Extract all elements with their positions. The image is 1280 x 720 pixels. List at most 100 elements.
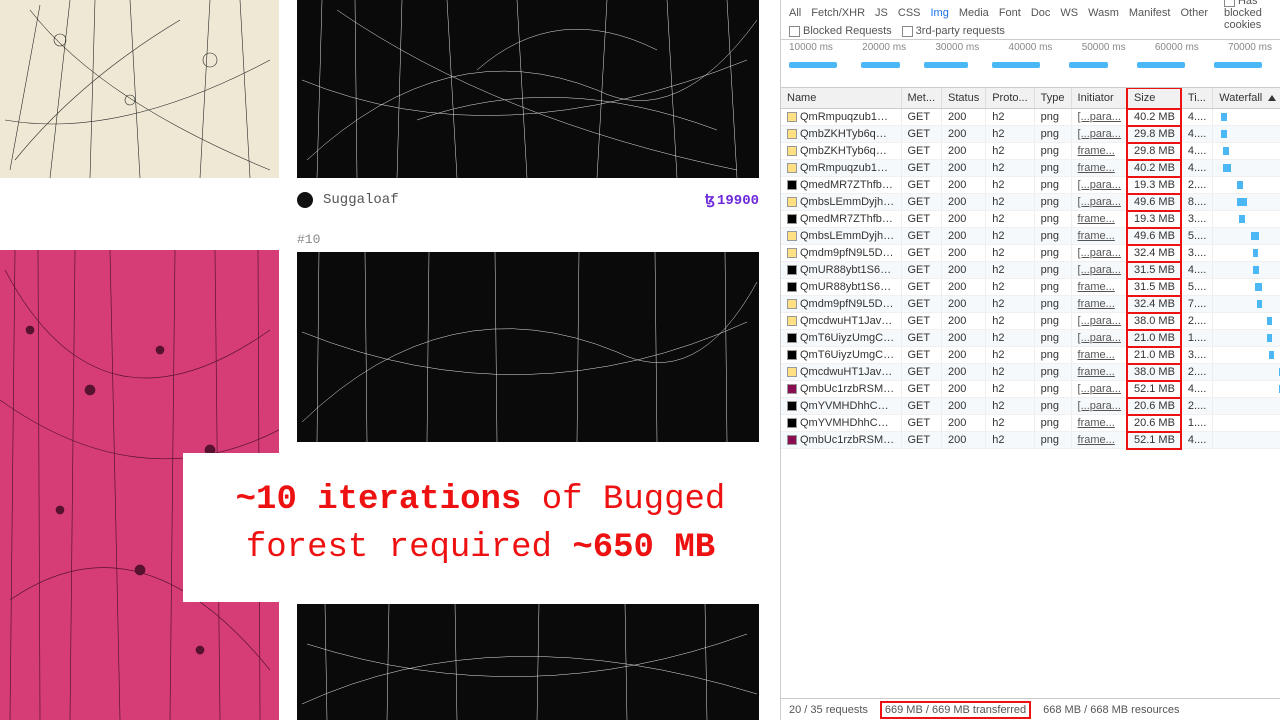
has-blocked-cookies-checkbox[interactable]: Has blocked cookies: [1224, 0, 1272, 31]
table-row[interactable]: QmT6UiyzUmgCQhg...GET200h2png[...para...…: [781, 330, 1280, 347]
initiator-link[interactable]: [...para...: [1078, 315, 1121, 327]
cell: 21.0 MB: [1127, 330, 1181, 347]
initiator-link[interactable]: frame...: [1078, 298, 1115, 310]
filter-tab-js[interactable]: JS: [875, 7, 888, 19]
filter-tab-doc[interactable]: Doc: [1031, 7, 1051, 19]
initiator-link[interactable]: [...para...: [1078, 179, 1121, 191]
table-row[interactable]: QmYVMHDhhC3s7RS...GET200h2png[...para...…: [781, 398, 1280, 415]
timeline-overview[interactable]: 10000 ms20000 ms30000 ms40000 ms50000 ms…: [781, 40, 1280, 88]
artwork-thumb-5[interactable]: [297, 604, 759, 720]
filter-tab-manifest[interactable]: Manifest: [1129, 7, 1171, 19]
initiator-link[interactable]: frame...: [1078, 162, 1115, 174]
artwork-thumb-2[interactable]: [297, 0, 759, 178]
cell: png: [1034, 432, 1071, 449]
cell: h2: [986, 330, 1034, 347]
table-row[interactable]: Qmdm9pfN9L5Dgnh...GET200h2pngframe...32.…: [781, 296, 1280, 313]
waterfall-bar: [1269, 351, 1274, 359]
initiator-link[interactable]: frame...: [1078, 434, 1115, 446]
table-row[interactable]: QmedMR7ZThfbgt5n...GET200h2pngframe...19…: [781, 211, 1280, 228]
cell: frame...: [1071, 279, 1127, 296]
artwork-thumb-4[interactable]: [297, 252, 759, 442]
initiator-link[interactable]: frame...: [1078, 417, 1115, 429]
avatar[interactable]: [297, 192, 313, 208]
waterfall-bar: [1239, 215, 1245, 223]
column-header-waterfall[interactable]: Waterfall: [1213, 88, 1280, 109]
cell: QmbUc1rzbRSMLm...: [781, 432, 901, 449]
column-header-proto[interactable]: Proto...: [986, 88, 1034, 109]
cell: 200: [942, 262, 986, 279]
cell: GET: [901, 228, 942, 245]
cell: [1213, 160, 1280, 177]
initiator-link[interactable]: frame...: [1078, 145, 1115, 157]
table-row[interactable]: QmedMR7ZThfbgt5n...GET200h2png[...para..…: [781, 177, 1280, 194]
blocked-requests-checkbox[interactable]: Blocked Requests: [789, 25, 892, 37]
initiator-link[interactable]: [...para...: [1078, 196, 1121, 208]
cell: 29.8 MB: [1127, 143, 1181, 160]
cell: 7....: [1181, 296, 1212, 313]
table-row[interactable]: QmRmpuqzub1Uwi9...GET200h2pngframe...40.…: [781, 160, 1280, 177]
table-row[interactable]: QmYVMHDhhC3s7RS...GET200h2pngframe...20.…: [781, 415, 1280, 432]
artwork-thumb-1[interactable]: [0, 0, 279, 178]
table-row[interactable]: QmRmpuqzub1Uwi9...GET200h2png[...para...…: [781, 109, 1280, 126]
filter-tab-font[interactable]: Font: [999, 7, 1021, 19]
initiator-link[interactable]: [...para...: [1078, 332, 1121, 344]
column-header-ti[interactable]: Ti...: [1181, 88, 1212, 109]
column-header-type[interactable]: Type: [1034, 88, 1071, 109]
initiator-link[interactable]: [...para...: [1078, 264, 1121, 276]
initiator-link[interactable]: [...para...: [1078, 128, 1121, 140]
cell: GET: [901, 177, 942, 194]
cell: QmcdwuHT1Jav96Pd...: [781, 313, 901, 330]
filter-options-row: Blocked Requests 3rd-party requests: [789, 22, 1272, 40]
initiator-link[interactable]: frame...: [1078, 366, 1115, 378]
table-row[interactable]: QmcdwuHT1Jav96Pd...GET200h2png[...para..…: [781, 313, 1280, 330]
cell: GET: [901, 432, 942, 449]
table-row[interactable]: QmbUc1rzbRSMLm...GET200h2png[...para...5…: [781, 381, 1280, 398]
initiator-link[interactable]: frame...: [1078, 230, 1115, 242]
table-row[interactable]: QmbZKHTyb6qwQsx...GET200h2png[...para...…: [781, 126, 1280, 143]
filter-tab-other[interactable]: Other: [1180, 7, 1208, 19]
table-row[interactable]: QmbsLEmmDyjhL1Rg...GET200h2png[...para..…: [781, 194, 1280, 211]
column-header-size[interactable]: Size: [1127, 88, 1181, 109]
timeline-ticks: 10000 ms20000 ms30000 ms40000 ms50000 ms…: [789, 42, 1272, 53]
filter-tab-ws[interactable]: WS: [1060, 7, 1078, 19]
column-header-status[interactable]: Status: [942, 88, 986, 109]
table-row[interactable]: QmbZKHTyb6qwQsx...GET200h2pngframe...29.…: [781, 143, 1280, 160]
filter-tab-media[interactable]: Media: [959, 7, 989, 19]
initiator-link[interactable]: frame...: [1078, 213, 1115, 225]
column-header-initiator[interactable]: Initiator: [1071, 88, 1127, 109]
filter-tab-img[interactable]: Img: [931, 7, 949, 19]
file-icon: [787, 435, 797, 445]
filter-tab-css[interactable]: CSS: [898, 7, 921, 19]
table-row[interactable]: QmbsLEmmDyjhL1Rg...GET200h2pngframe...49…: [781, 228, 1280, 245]
cell: frame...: [1071, 415, 1127, 432]
cell: 2....: [1181, 364, 1212, 381]
table-row[interactable]: QmUR88ybt1S6TJcqi...GET200h2pngframe...3…: [781, 279, 1280, 296]
cell: [1213, 398, 1280, 415]
table-row[interactable]: QmcdwuHT1Jav96Pd...GET200h2pngframe...38…: [781, 364, 1280, 381]
column-header-name[interactable]: Name: [781, 88, 901, 109]
cell: h2: [986, 347, 1034, 364]
network-filter-bar: All Fetch/XHR JS CSS Img Media Font Doc WS Wasm Ma…: [781, 0, 1280, 40]
table-row[interactable]: QmT6UiyzUmgCQhg...GET200h2pngframe...21.…: [781, 347, 1280, 364]
table-row[interactable]: QmUR88ybt1S6TJcqi...GET200h2png[...para.…: [781, 262, 1280, 279]
initiator-link[interactable]: frame...: [1078, 349, 1115, 361]
artist-name[interactable]: Suggaloaf: [323, 192, 399, 208]
table-row[interactable]: QmbUc1rzbRSMLm...GET200h2pngframe...52.1…: [781, 432, 1280, 449]
filter-tab-fetch/xhr[interactable]: Fetch/XHR: [811, 7, 865, 19]
cell: Qmdm9pfN9L5Dgnh...: [781, 245, 901, 262]
filter-tab-wasm[interactable]: Wasm: [1088, 7, 1119, 19]
cell: 20.6 MB: [1127, 398, 1181, 415]
initiator-link[interactable]: [...para...: [1078, 400, 1121, 412]
initiator-link[interactable]: frame...: [1078, 281, 1115, 293]
initiator-link[interactable]: [...para...: [1078, 247, 1121, 259]
filter-tab-all[interactable]: All: [789, 7, 801, 19]
initiator-link[interactable]: [...para...: [1078, 383, 1121, 395]
initiator-link[interactable]: [...para...: [1078, 111, 1121, 123]
table-row[interactable]: Qmdm9pfN9L5Dgnh...GET200h2png[...para...…: [781, 245, 1280, 262]
cell: 21.0 MB: [1127, 347, 1181, 364]
column-header-met[interactable]: Met...: [901, 88, 942, 109]
cell: frame...: [1071, 228, 1127, 245]
cell: [1213, 177, 1280, 194]
third-party-checkbox[interactable]: 3rd-party requests: [902, 25, 1005, 37]
cell: frame...: [1071, 211, 1127, 228]
